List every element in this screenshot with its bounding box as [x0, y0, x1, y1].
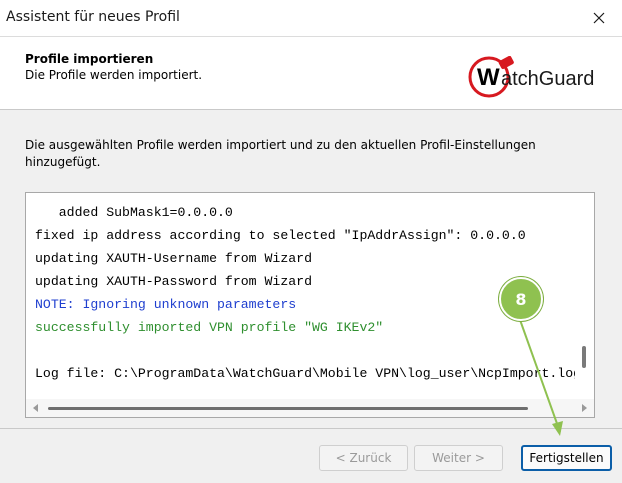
step-badge: 8: [499, 277, 543, 321]
horizontal-scrollbar[interactable]: [26, 399, 594, 417]
footer-divider: [0, 428, 622, 429]
log-line: fixed ip address according to selected "…: [35, 228, 526, 243]
svg-text:W: W: [477, 64, 500, 91]
close-icon: [593, 12, 605, 24]
log-line: updating XAUTH-Username from Wizard: [35, 251, 312, 266]
scroll-left-icon[interactable]: [33, 404, 38, 412]
log-line: Log file: C:\ProgramData\WatchGuard\Mobi…: [35, 366, 575, 381]
back-button[interactable]: < Zurück: [319, 445, 408, 471]
scroll-right-icon[interactable]: [582, 404, 587, 412]
page-subtitle: Die Profile werden importiert.: [25, 68, 203, 82]
close-button[interactable]: [576, 0, 622, 36]
log-line: NOTE: Ignoring unknown parameters: [35, 297, 297, 312]
log-line: added SubMask1=0.0.0.0: [35, 205, 233, 220]
horizontal-scrollbar-thumb[interactable]: [48, 407, 528, 410]
log-lines: added SubMask1=0.0.0.0 fixed ip address a…: [35, 201, 575, 385]
title-bar: Assistent für neues Profil: [0, 0, 622, 37]
log-line: updating XAUTH-Password from Wizard: [35, 274, 312, 289]
wizard-header: Profile importieren Die Profile werden i…: [0, 37, 622, 110]
finish-button[interactable]: Fertigstellen: [521, 445, 612, 471]
next-button[interactable]: Weiter >: [414, 445, 503, 471]
window-title: Assistent für neues Profil: [6, 9, 180, 25]
description-text: Die ausgewählten Profile werden importie…: [25, 138, 536, 169]
watchguard-logo: W atchGuard: [468, 56, 594, 98]
vertical-scrollbar-thumb[interactable]: [582, 346, 586, 368]
page-title: Profile importieren: [25, 52, 154, 66]
svg-text:atchGuard: atchGuard: [501, 68, 594, 90]
log-line: successfully imported VPN profile "WG IK…: [35, 320, 384, 335]
